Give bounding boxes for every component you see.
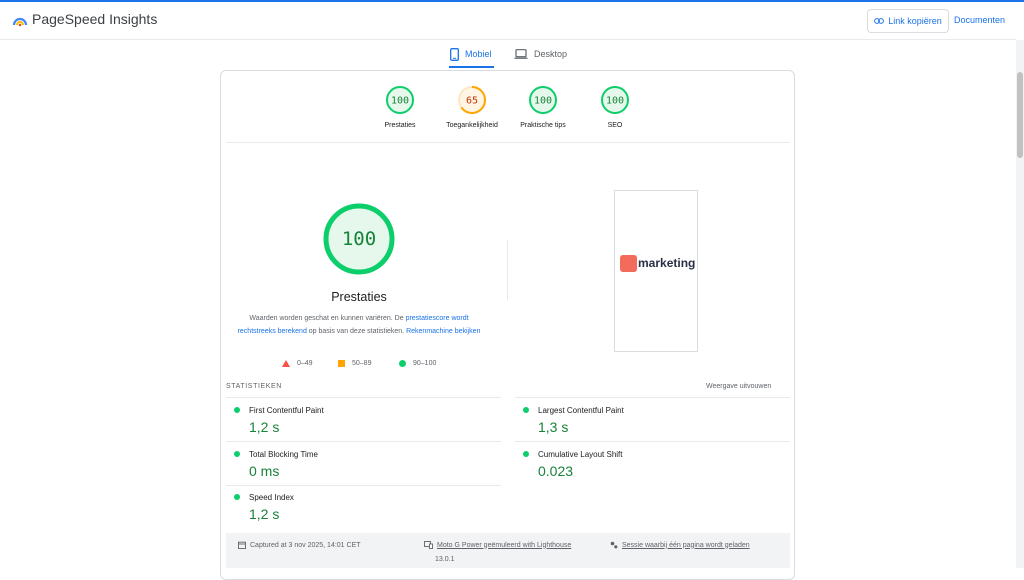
device-icon (424, 541, 433, 549)
marketing-logo-mark (620, 255, 637, 272)
row-divider (226, 397, 501, 398)
device-text: Moto G Power geëmuleerd with Lighthouse (437, 541, 572, 549)
pass-indicator-icon (523, 407, 529, 413)
score-gauge-performance[interactable]: 100 (385, 85, 415, 115)
desc-text-1: Waarden worden geschat en kunnen variëre… (249, 315, 406, 322)
pass-indicator-icon (234, 451, 240, 457)
copy-link-label: Link kopiëren (888, 16, 942, 26)
docs-link[interactable]: Documenten (954, 15, 1005, 25)
metric-fcp-value: 1,2 s (249, 419, 280, 435)
score-gauge-accessibility[interactable]: 65 (457, 85, 487, 115)
expand-view-toggle[interactable]: Weergave uitvouwen (706, 383, 771, 390)
pass-indicator-icon (523, 451, 529, 457)
page-scrollbar-thumb[interactable] (1017, 72, 1023, 158)
metric-tbt-value: 0 ms (249, 463, 280, 479)
triangle-icon (282, 360, 290, 367)
run-info-bar (226, 533, 790, 568)
desc-text-2: op basis van deze statistieken. (306, 327, 407, 335)
copy-link-button[interactable]: Link kopiëren (867, 9, 949, 33)
app-header: PageSpeed Insights Link kopiëren Documen… (0, 2, 1016, 40)
metric-tbt-name: Total Blocking Time (249, 450, 318, 459)
score-gauge-best-practices[interactable]: 100 (528, 85, 558, 115)
legend-fail-label: 0–49 (297, 360, 313, 367)
calculator-link[interactable]: Rekenmachine bekijken (406, 328, 480, 335)
pass-indicator-icon (234, 407, 240, 413)
lighthouse-version[interactable]: 13.0.1 (435, 556, 454, 563)
performance-description: Waarden worden geschat en kunnen variëre… (236, 313, 482, 338)
calendar-icon (238, 541, 246, 549)
metric-fcp-name: First Contentful Paint (249, 406, 324, 415)
score-label-seo: SEO (607, 122, 623, 129)
metric-si-value: 1,2 s (249, 506, 280, 522)
legend-average: 50–89 (338, 360, 371, 367)
tab-desktop[interactable]: Desktop (514, 42, 567, 66)
session-text: Sessie waarbij één pagina wordt geladen (622, 541, 750, 549)
tab-desktop-label: Desktop (534, 49, 568, 59)
active-tab-indicator (449, 66, 494, 68)
vertical-divider (507, 240, 508, 300)
pass-indicator-icon (234, 494, 240, 500)
performance-title: Prestaties (331, 290, 387, 304)
link-icon (874, 18, 885, 24)
performance-big-score: 100 (342, 228, 376, 250)
captured-info: Captured at 3 nov 2025, 14:01 CET (238, 541, 361, 549)
laptop-icon (514, 49, 528, 59)
metric-si-name: Speed Index (249, 493, 294, 502)
tab-mobile-label: Mobiel (465, 49, 492, 59)
device-info[interactable]: Moto G Power geëmuleerd with Lighthouse (424, 541, 571, 549)
screenshot-brand-text: marketing (638, 256, 696, 270)
metric-lcp-name: Largest Contentful Paint (538, 406, 624, 415)
score-value-accessibility: 65 (466, 96, 478, 107)
legend-pass: 90–100 (399, 360, 436, 367)
row-divider (515, 441, 790, 442)
legend-average-label: 50–89 (352, 360, 372, 367)
score-gauge-seo[interactable]: 100 (600, 85, 630, 115)
performance-big-gauge: 100 (323, 203, 395, 275)
app-title[interactable]: PageSpeed Insights (32, 11, 157, 27)
circle-icon (399, 360, 406, 367)
row-divider (226, 485, 501, 486)
legend-fail: 0–49 (282, 360, 313, 367)
session-info[interactable]: Sessie waarbij één pagina wordt geladen (610, 541, 750, 549)
score-value-performance: 100 (391, 96, 409, 107)
metric-cls-name: Cumulative Layout Shift (538, 450, 623, 459)
square-icon (338, 360, 345, 367)
metric-lcp-value: 1,3 s (538, 419, 569, 435)
pagespeed-logo-icon (12, 17, 28, 27)
legend-pass-label: 90–100 (413, 360, 437, 367)
row-divider (226, 441, 501, 442)
section-divider (226, 142, 790, 143)
captured-text: Captured at 3 nov 2025, 14:01 CET (250, 541, 361, 549)
session-icon (610, 541, 618, 549)
smartphone-icon (450, 47, 459, 61)
stats-heading: STATISTIEKEN (226, 383, 282, 390)
tab-mobile[interactable]: Mobiel (450, 42, 492, 66)
row-divider (515, 397, 790, 398)
score-value-seo: 100 (606, 96, 624, 107)
metric-cls-value: 0.023 (538, 463, 574, 479)
score-value-best-practices: 100 (534, 96, 552, 107)
